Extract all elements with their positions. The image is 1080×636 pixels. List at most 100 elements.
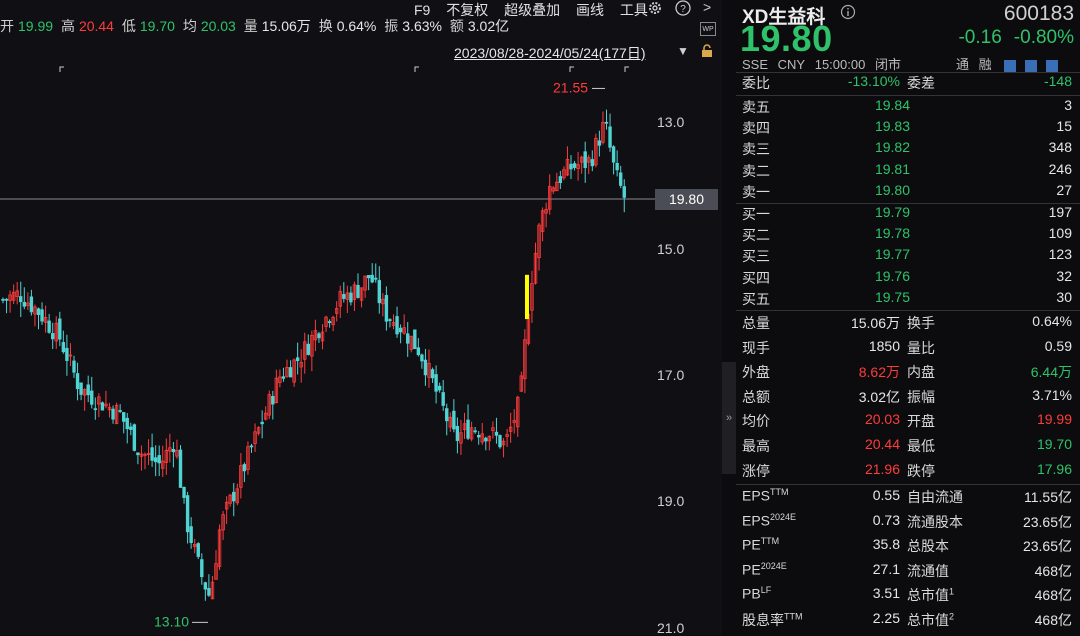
divider xyxy=(736,310,1080,311)
candle-body xyxy=(242,464,247,472)
chart-area[interactable]: F9 不复权 超级叠加 画线 工具 ? > WP 开 19.99 高 20.44 低… xyxy=(0,0,722,635)
collapse-panel-handle[interactable]: » xyxy=(722,362,736,474)
candle-body xyxy=(182,486,186,498)
toolbar-draw[interactable]: 画线 xyxy=(576,2,604,18)
amp-value: 3.63% xyxy=(402,18,442,34)
high-label: 高 xyxy=(60,18,75,34)
tags: 通 融 xyxy=(956,54,1064,73)
stat-label: 均价 xyxy=(742,413,770,430)
candle-body xyxy=(608,126,612,148)
candle-body xyxy=(398,327,403,333)
price-change: -0.16 -0.80% xyxy=(946,27,1074,49)
stats-row: 外盘 8.62万 内盘 6.44万 xyxy=(736,362,1080,383)
candle-body xyxy=(72,360,76,373)
stat-value: 17.96 xyxy=(1036,460,1072,477)
wp-icon[interactable]: WP xyxy=(700,22,716,36)
fund-label: 流通股本 xyxy=(907,513,963,530)
toolbar-tools[interactable]: 工具 xyxy=(620,2,648,18)
fund-label: 总市值2 xyxy=(907,611,955,628)
edit-icon[interactable] xyxy=(1004,59,1017,72)
price-axis-tick: 19.0 xyxy=(657,493,685,510)
weicha-label: 委差 xyxy=(907,75,935,91)
market-meta: SSE CNY 15:00:00 闭市 xyxy=(742,54,907,73)
candle-body xyxy=(295,357,300,362)
ask-volume: 3 xyxy=(1064,97,1072,113)
candle-body xyxy=(207,588,211,596)
candlestick-plot[interactable]: 21.55 13.10 xyxy=(0,60,655,635)
candle-body xyxy=(622,186,626,198)
candle-body xyxy=(473,430,477,433)
price-axis-tick: 17.0 xyxy=(657,366,685,383)
fundamental-row: EPS2024E 0.73 流通股本 23.65亿 xyxy=(736,512,1080,533)
window-icon[interactable] xyxy=(1025,59,1038,72)
candle-body xyxy=(395,316,399,335)
stat-value: 0.59 xyxy=(1044,337,1072,354)
quote-bar: 开 19.99 高 20.44 低 19.70 均 20.03 量 15.06万 换 0.6… xyxy=(0,16,513,42)
candle-body xyxy=(604,121,609,124)
candle-body xyxy=(86,384,90,396)
stat-label: 量比 xyxy=(907,339,935,356)
fund-value: 468亿 xyxy=(1034,562,1072,579)
stat-label: 涨停 xyxy=(742,462,770,479)
time-label: 15:00:00 xyxy=(814,57,866,72)
candle-body xyxy=(455,425,460,441)
stat-label: 外盘 xyxy=(742,364,770,381)
fund-label: 流通值 xyxy=(907,562,949,579)
triangle-down-icon[interactable]: ▼ xyxy=(677,44,689,58)
bid-volume: 30 xyxy=(1056,288,1072,305)
ask-row: 卖五 19.84 3 xyxy=(736,97,1080,118)
period-marker xyxy=(569,66,574,72)
amt-value: 3.02亿 xyxy=(467,18,510,34)
add-icon[interactable] xyxy=(1046,59,1059,72)
turn-label: 换 xyxy=(318,18,333,34)
fund-label: EPSTTM xyxy=(742,487,789,504)
period-marker xyxy=(414,66,419,72)
stat-value: 0.64% xyxy=(1032,313,1072,329)
stat-label: 振幅 xyxy=(907,388,935,405)
help-icon[interactable]: ? xyxy=(675,0,691,16)
candle-body xyxy=(572,163,577,168)
candle-body xyxy=(1,298,5,301)
stat-value: 8.62万 xyxy=(858,364,900,381)
candle-body xyxy=(356,284,360,298)
candle-body xyxy=(288,367,293,378)
candle-body xyxy=(484,437,488,442)
bid-row: 买四 19.76 32 xyxy=(736,268,1080,289)
tag-tong: 通 xyxy=(956,57,970,72)
info-icon[interactable] xyxy=(840,4,856,20)
gear-icon[interactable] xyxy=(647,0,663,16)
candle-body xyxy=(200,559,204,578)
bid-volume: 109 xyxy=(1048,225,1072,242)
candle-body xyxy=(611,146,616,163)
bid-price: 19.79 xyxy=(874,204,910,220)
candle-body xyxy=(349,292,353,303)
fund-label: PBLF xyxy=(742,585,772,603)
period-marker xyxy=(59,66,64,72)
bid-price: 19.75 xyxy=(874,288,910,305)
stat-value: 20.44 xyxy=(864,436,900,452)
amp-label: 振 xyxy=(384,18,399,34)
low-value: 19.70 xyxy=(139,18,175,34)
candle-body xyxy=(445,408,449,422)
chevron-right-icon[interactable]: > xyxy=(703,0,711,15)
price-axis-tick: 21.0 xyxy=(657,619,685,636)
high-annotation: 21.55 xyxy=(553,79,588,95)
candle-body xyxy=(281,376,286,379)
candle-body xyxy=(590,159,594,167)
stat-value: 15.06万 xyxy=(850,315,900,331)
candle-body xyxy=(452,410,456,430)
lock-icon[interactable] xyxy=(700,44,714,58)
turn-value: 0.64% xyxy=(336,18,377,34)
price-axis-tick: 13.0 xyxy=(657,114,685,131)
candle-body xyxy=(178,449,183,488)
ask-price: 19.82 xyxy=(874,139,910,156)
candle-body xyxy=(153,457,158,463)
candle-body xyxy=(494,431,499,436)
ask-price: 19.81 xyxy=(874,160,910,177)
candle-body xyxy=(189,526,193,543)
ask-volume: 246 xyxy=(1048,160,1072,177)
weibi-value: -13.10% xyxy=(847,73,900,89)
stats-row: 总量 15.06万 换手 0.64% xyxy=(736,313,1080,334)
candle-body xyxy=(370,274,374,283)
stat-value: 21.96 xyxy=(864,460,900,477)
